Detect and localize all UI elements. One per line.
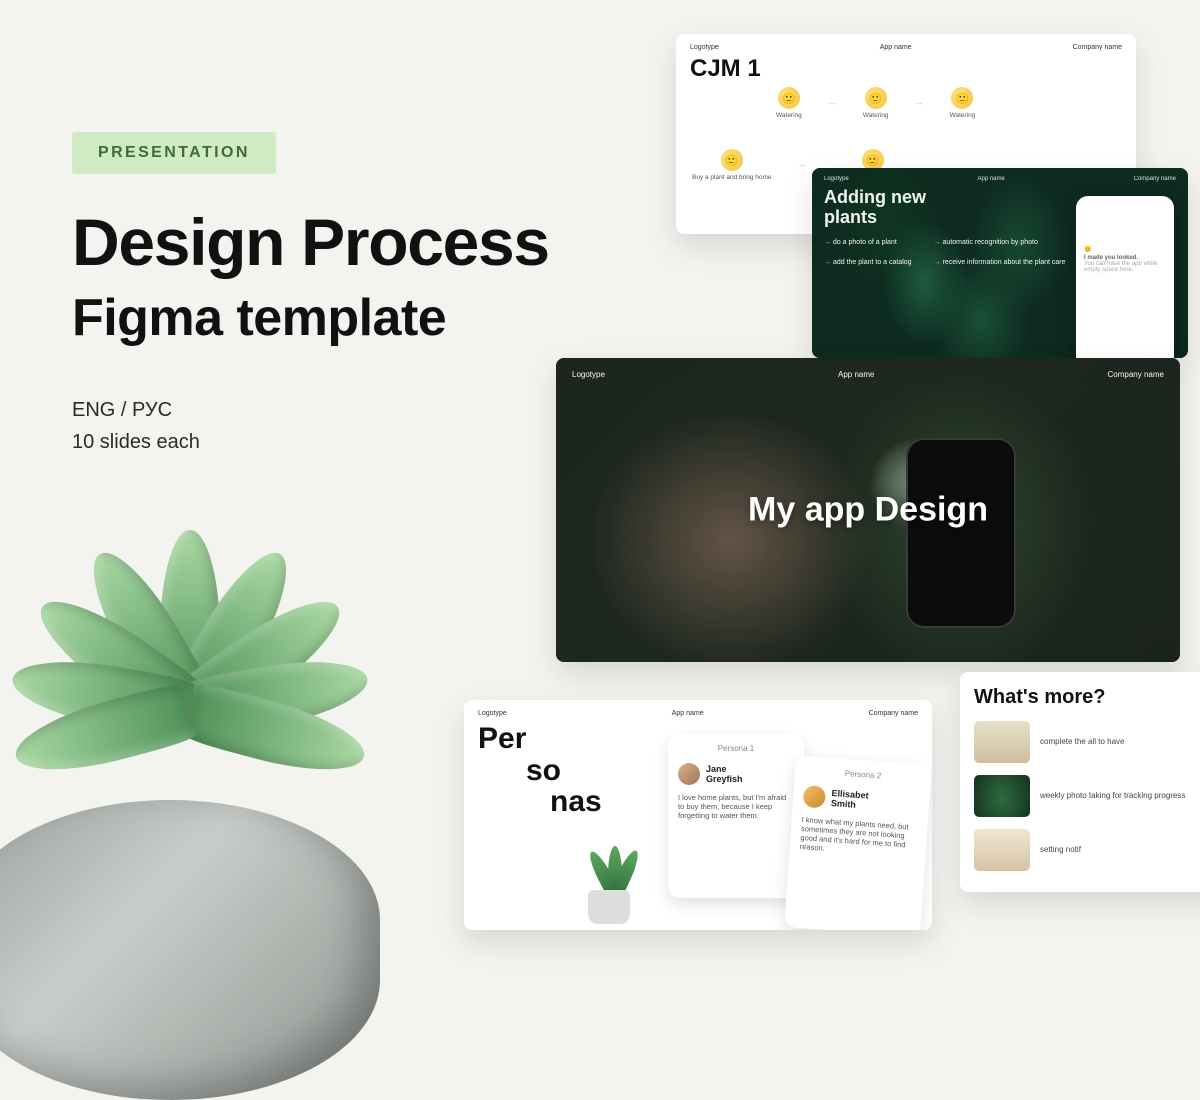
thumbnail-icon [974, 829, 1030, 871]
persona-description: I love home plants, but I'm afraid to bu… [678, 793, 794, 820]
phone-subtext: You can have the app white empty space h… [1084, 261, 1166, 273]
arrow-right-icon: → [798, 159, 807, 169]
main-subtitle: Figma template [72, 288, 446, 348]
meta-block: ENG / РУС 10 slides each [72, 394, 200, 458]
plant-icon [574, 824, 644, 924]
hero-title: My app Design [748, 491, 988, 530]
meta-languages: ENG / РУС [72, 394, 200, 426]
emoji-icon: 🙂 [721, 149, 743, 171]
meta-slides-count: 10 slides each [72, 426, 200, 458]
cjm-step-label: Watering [950, 112, 976, 119]
more-row-text: weekly photo taking for tracking progres… [1040, 791, 1185, 801]
slide-app-name: App name [672, 710, 704, 717]
slide-logotype: Logotype [478, 710, 507, 717]
avatar [678, 763, 700, 785]
cjm-step-label: Watering [776, 112, 802, 119]
persona-card-2: Persona 2 EllisabetSmith I know what my … [784, 755, 932, 930]
avatar [803, 785, 826, 808]
slide-app-name: App name [880, 44, 912, 51]
arrow-right-icon: → [828, 97, 837, 107]
presentation-badge: PRESENTATION [72, 132, 276, 174]
slide-company-name: Company name [1108, 370, 1164, 379]
more-row-text: setting notif [1040, 845, 1081, 855]
slide-adding-plants: Logotype App name Company name Adding ne… [812, 168, 1188, 358]
cjm-title: CJM 1 [676, 51, 1136, 83]
arrow-right-icon: → [915, 97, 924, 107]
slide-whats-more: What's more? complete the all to have we… [960, 672, 1200, 892]
cjm-step-label: Watering [863, 112, 889, 119]
persona-label: Persona 1 [678, 744, 794, 753]
slide-app-name: App name [838, 370, 874, 379]
persona-label: Persona 2 [805, 766, 921, 783]
phone-mockup: 🙂 I made you looked. You can have the ap… [1076, 196, 1174, 358]
cjm-step-label: Buy a plant and bring home [692, 174, 772, 181]
slide-hero: Logotype App name Company name My app De… [556, 358, 1180, 662]
adding-bullet: do a photo of a plant [824, 238, 912, 249]
emoji-icon: 🙂 [865, 87, 887, 109]
emoji-icon: 🙂 [951, 87, 973, 109]
adding-bullet: automatic recognition by photo [934, 238, 1066, 249]
persona-card-1: Persona 1 JaneGreyfish I love home plant… [668, 734, 804, 898]
adding-bullet: receive information about the plant care [934, 258, 1066, 269]
emoji-icon: 🙂 [778, 87, 800, 109]
slide-company-name: Company name [869, 710, 918, 717]
succulent-illustration [0, 520, 420, 940]
slide-personas: Logotype App name Company name Per so na… [464, 700, 932, 930]
thumbnail-icon [974, 775, 1030, 817]
thumbnail-icon [974, 721, 1030, 763]
main-title: Design Process [72, 208, 549, 277]
persona-description: I know what my plants need, but sometime… [800, 815, 918, 859]
adding-bullet: add the plant to a catalog [824, 258, 912, 269]
slide-logotype: Logotype [572, 370, 605, 379]
more-title: What's more? [960, 672, 1200, 715]
phone-mockup [906, 438, 1016, 628]
slide-logotype: Logotype [690, 44, 719, 51]
slide-company-name: Company name [1073, 44, 1122, 51]
more-row-text: complete the all to have [1040, 737, 1125, 747]
